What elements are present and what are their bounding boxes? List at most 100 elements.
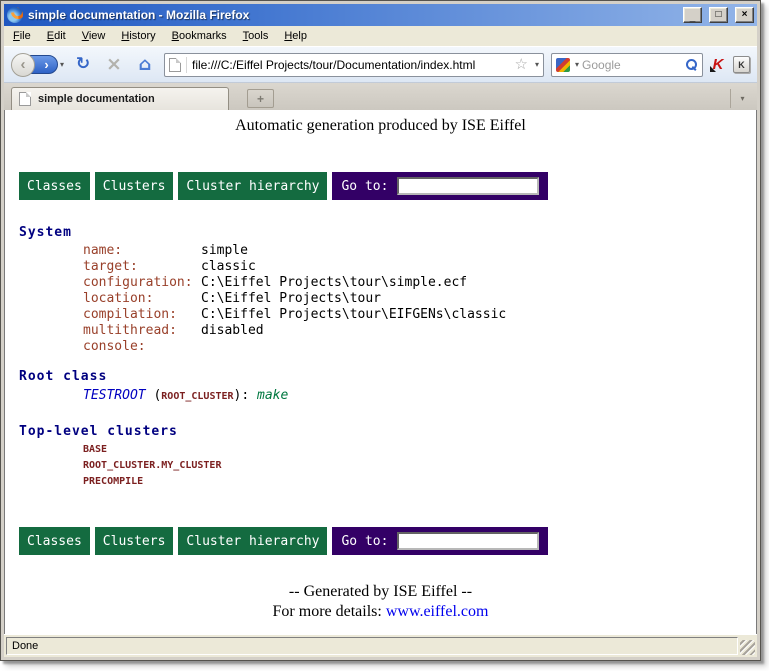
row-label: multithread: [83, 323, 201, 339]
clusters-button-bottom[interactable]: Clusters [95, 527, 174, 555]
tab-list-dropdown-icon[interactable]: ▾ [730, 89, 754, 108]
goto-input-bottom[interactable] [397, 532, 539, 550]
root-class-heading: Root class [19, 369, 742, 384]
reload-button[interactable]: ↻ [71, 56, 95, 73]
navigation-toolbar: ‹ › ▾ ↻ × ⌂ ☆ ▾ ▾ K K [4, 46, 757, 83]
cluster-link-root-cluster-my-cluster[interactable]: ROOT_CLUSTER.MY_CLUSTER [19, 458, 742, 474]
row-value: C:\Eiffel Projects\tour\simple.ecf [201, 275, 467, 290]
menu-bar: File Edit View History Bookmarks Tools H… [4, 26, 757, 46]
maximize-icon: □ [715, 10, 721, 20]
search-engine-dropdown-icon[interactable]: ▾ [575, 60, 579, 69]
system-row-configuration: configuration:C:\Eiffel Projects\tour\si… [19, 275, 742, 291]
goto-label-bottom: Go to: [341, 534, 388, 549]
tab-simple-documentation[interactable]: simple documentation [11, 87, 229, 110]
goto-input-top[interactable] [397, 177, 539, 195]
menu-history[interactable]: History [113, 27, 163, 45]
close-paren: ): [234, 388, 257, 403]
system-row-location: location:C:\Eiffel Projects\tour [19, 291, 742, 307]
system-row-multithread: multithread:disabled [19, 323, 742, 339]
page-content: Automatic generation produced by ISE Eif… [4, 110, 757, 634]
row-value: C:\Eiffel Projects\tour\EIFGENs\classic [201, 307, 506, 322]
row-label: target: [83, 259, 201, 275]
doc-nav-top: Classes Clusters Cluster hierarchy Go to… [19, 172, 742, 200]
new-tab-button[interactable]: + [247, 89, 274, 108]
cluster-link-precompile[interactable]: PRECOMPILE [19, 474, 742, 490]
row-label: compilation: [83, 307, 201, 323]
row-value: simple [201, 243, 248, 258]
system-row-name: name:simple [19, 243, 742, 259]
footer-details-prefix: For more details: [273, 603, 386, 620]
forward-arrow-icon: › [44, 57, 48, 72]
home-button[interactable]: ⌂ [133, 56, 157, 74]
clusters-button[interactable]: Clusters [95, 172, 174, 200]
goto-label: Go to: [341, 179, 388, 194]
page-title: Automatic generation produced by ISE Eif… [19, 117, 742, 135]
urlbar-divider [186, 57, 187, 73]
goto-box: Go to: [332, 172, 548, 200]
search-input[interactable] [582, 58, 682, 72]
goto-box-bottom: Go to: [332, 527, 548, 555]
classes-button-bottom[interactable]: Classes [19, 527, 90, 555]
tab-favicon [19, 92, 31, 106]
system-section: System name:simple target:classic config… [19, 225, 742, 355]
footer-generated-line: -- Generated by ISE Eiffel -- [19, 582, 742, 602]
row-label: location: [83, 291, 201, 307]
system-rows: name:simple target:classic configuration… [19, 243, 742, 355]
bookmark-star-icon[interactable]: ☆ [515, 57, 528, 72]
search-box[interactable]: ▾ [551, 53, 703, 77]
stop-button[interactable]: × [102, 55, 126, 74]
doc-footer: -- Generated by ISE Eiffel -- For more d… [19, 582, 742, 622]
root-class-line: TESTROOT (ROOT_CLUSTER): make [19, 388, 742, 405]
root-cluster-link[interactable]: ROOT_CLUSTER [161, 391, 233, 402]
clusters-list: BASE ROOT_CLUSTER.MY_CLUSTER PRECOMPILE [19, 442, 742, 490]
minimize-button[interactable]: _ [683, 7, 702, 23]
system-row-console: console: [19, 339, 742, 355]
title-bar: simple documentation - Mozilla Firefox _… [4, 4, 757, 26]
back-forward-group: ‹ › ▾ [11, 53, 64, 77]
cluster-hierarchy-button-bottom[interactable]: Cluster hierarchy [178, 527, 327, 555]
top-level-clusters-section: Top-level clusters BASE ROOT_CLUSTER.MY_… [19, 424, 742, 490]
row-value: C:\Eiffel Projects\tour [201, 291, 381, 306]
creation-feature-link[interactable]: make [257, 388, 288, 403]
eiffel-website-link[interactable]: www.eiffel.com [386, 603, 489, 620]
url-input[interactable] [192, 58, 510, 72]
clusters-heading: Top-level clusters [19, 424, 742, 439]
cluster-hierarchy-button[interactable]: Cluster hierarchy [178, 172, 327, 200]
close-button[interactable]: × [735, 7, 754, 23]
menu-file[interactable]: File [5, 27, 39, 45]
resize-grip[interactable] [740, 640, 755, 655]
kaspersky-icon[interactable]: K [710, 57, 726, 73]
window-title: simple documentation - Mozilla Firefox [28, 8, 676, 22]
menu-view[interactable]: View [74, 27, 114, 45]
back-button[interactable]: ‹ [11, 53, 35, 77]
root-class-section: Root class TESTROOT (ROOT_CLUSTER): make [19, 369, 742, 405]
url-bar[interactable]: ☆ ▾ [164, 53, 544, 77]
firefox-icon [7, 7, 23, 23]
history-dropdown-icon[interactable]: ▾ [60, 60, 64, 69]
doc-nav-bottom: Classes Clusters Cluster hierarchy Go to… [19, 527, 742, 555]
urlbar-dropdown-icon[interactable]: ▾ [535, 60, 539, 69]
tab-label: simple documentation [38, 93, 155, 105]
row-value: disabled [201, 323, 264, 338]
cluster-link-base[interactable]: BASE [19, 442, 742, 458]
footer-details-line: For more details: www.eiffel.com [19, 602, 742, 622]
search-magnifier-icon[interactable] [685, 58, 698, 71]
system-row-target: target:classic [19, 259, 742, 275]
minimize-icon: _ [690, 13, 696, 23]
status-text: Done [6, 637, 738, 655]
classes-button[interactable]: Classes [19, 172, 90, 200]
row-label: configuration: [83, 275, 201, 291]
virtual-keyboard-icon[interactable]: K [733, 56, 750, 73]
tab-strip: simple documentation + ▾ [4, 83, 757, 110]
root-class-link[interactable]: TESTROOT [83, 388, 146, 403]
back-arrow-icon: ‹ [21, 56, 26, 73]
menu-tools[interactable]: Tools [235, 27, 277, 45]
menu-edit[interactable]: Edit [39, 27, 74, 45]
menu-bookmarks[interactable]: Bookmarks [164, 27, 235, 45]
system-row-compilation: compilation:C:\Eiffel Projects\tour\EIFG… [19, 307, 742, 323]
site-identity-page-icon[interactable] [169, 58, 181, 72]
status-bar: Done [4, 634, 757, 657]
row-label: console: [83, 339, 201, 355]
menu-help[interactable]: Help [276, 27, 315, 45]
maximize-button[interactable]: □ [709, 7, 728, 23]
